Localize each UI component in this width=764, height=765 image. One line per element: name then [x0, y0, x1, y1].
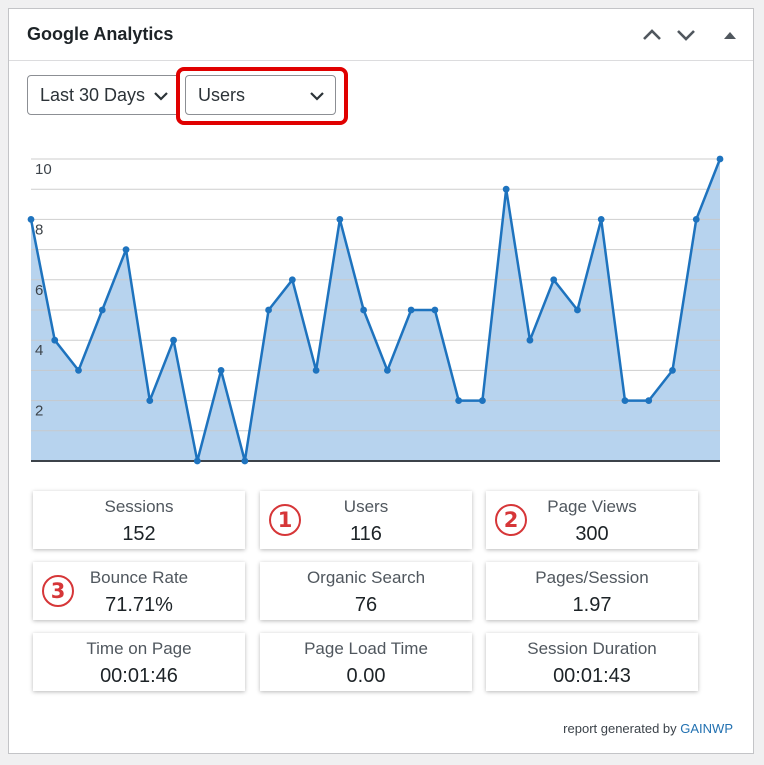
data-point[interactable] — [645, 397, 653, 404]
metric-label: Page Load Time — [304, 639, 428, 658]
data-point[interactable] — [360, 306, 368, 314]
data-point[interactable] — [502, 185, 510, 193]
data-point[interactable] — [479, 397, 486, 404]
data-point[interactable] — [27, 216, 35, 223]
metric-card: Users 116 1 — [260, 491, 472, 549]
data-point[interactable] — [288, 276, 296, 284]
metric-label: Sessions — [104, 497, 174, 516]
analytics-widget: Google Analytics Last 30 Days Users 2 4 … — [8, 8, 754, 754]
metric-value: 00:01:46 — [100, 665, 178, 687]
data-point[interactable] — [526, 336, 534, 344]
report-footer: report generated by GAINWP — [563, 721, 733, 736]
data-point[interactable] — [336, 216, 344, 223]
data-point[interactable] — [265, 306, 272, 314]
metric-value: 0.00 — [346, 665, 386, 687]
data-point[interactable] — [170, 336, 177, 344]
metric-label: Pages/Session — [535, 568, 649, 587]
metric-label: Time on Page — [86, 639, 192, 658]
data-point[interactable] — [98, 306, 106, 314]
y-tick-label: 6 — [35, 282, 43, 299]
metric-label: Organic Search — [306, 568, 426, 587]
metric-card: Sessions 152 — [33, 491, 245, 549]
metric-card: Pages/Session 1.97 — [486, 562, 698, 620]
y-tick-label: 10 — [35, 161, 52, 178]
data-point[interactable] — [312, 367, 320, 374]
data-point[interactable] — [574, 306, 581, 314]
metric-label: Session Duration — [527, 639, 657, 658]
metric-card: Page Views 300 2 — [486, 491, 698, 549]
metric-card: Bounce Rate 71.71% 3 — [33, 562, 245, 620]
annotation-badge: 2 — [495, 504, 527, 536]
data-point[interactable] — [692, 216, 700, 223]
data-point[interactable] — [455, 397, 463, 404]
data-point[interactable] — [241, 457, 249, 465]
gainwp-link[interactable]: GAINWP — [680, 721, 733, 736]
data-point[interactable] — [716, 155, 724, 163]
data-point[interactable] — [75, 367, 82, 374]
data-point[interactable] — [597, 216, 605, 223]
area-chart: 2 4 6 8 10 — [27, 155, 724, 465]
metric-card: Page Load Time 0.00 — [260, 633, 472, 691]
data-point[interactable] — [122, 246, 130, 254]
metric-value: 00:01:43 — [553, 665, 631, 687]
data-point[interactable] — [146, 397, 154, 404]
y-tick-label: 8 — [35, 221, 43, 238]
data-point[interactable] — [407, 306, 415, 314]
data-point[interactable] — [431, 306, 439, 314]
footer-text: report generated by — [563, 721, 677, 736]
data-point[interactable] — [621, 397, 629, 404]
data-point[interactable] — [550, 276, 558, 284]
data-point[interactable] — [193, 457, 201, 465]
metric-value: 152 — [122, 523, 156, 545]
metric-card: Time on Page 00:01:46 — [33, 633, 245, 691]
y-tick-label: 2 — [35, 403, 43, 420]
data-point[interactable] — [383, 367, 391, 374]
metric-card: Session Duration 00:01:43 — [486, 633, 698, 691]
y-tick-label: 4 — [35, 342, 43, 359]
annotation-badge: 3 — [42, 575, 74, 607]
data-point[interactable] — [51, 336, 59, 344]
annotation-badge: 1 — [269, 504, 301, 536]
data-point[interactable] — [669, 367, 676, 374]
metric-value: 1.97 — [572, 594, 612, 616]
metric-value: 76 — [354, 594, 378, 616]
data-point[interactable] — [217, 367, 225, 374]
metric-card: Organic Search 76 — [260, 562, 472, 620]
